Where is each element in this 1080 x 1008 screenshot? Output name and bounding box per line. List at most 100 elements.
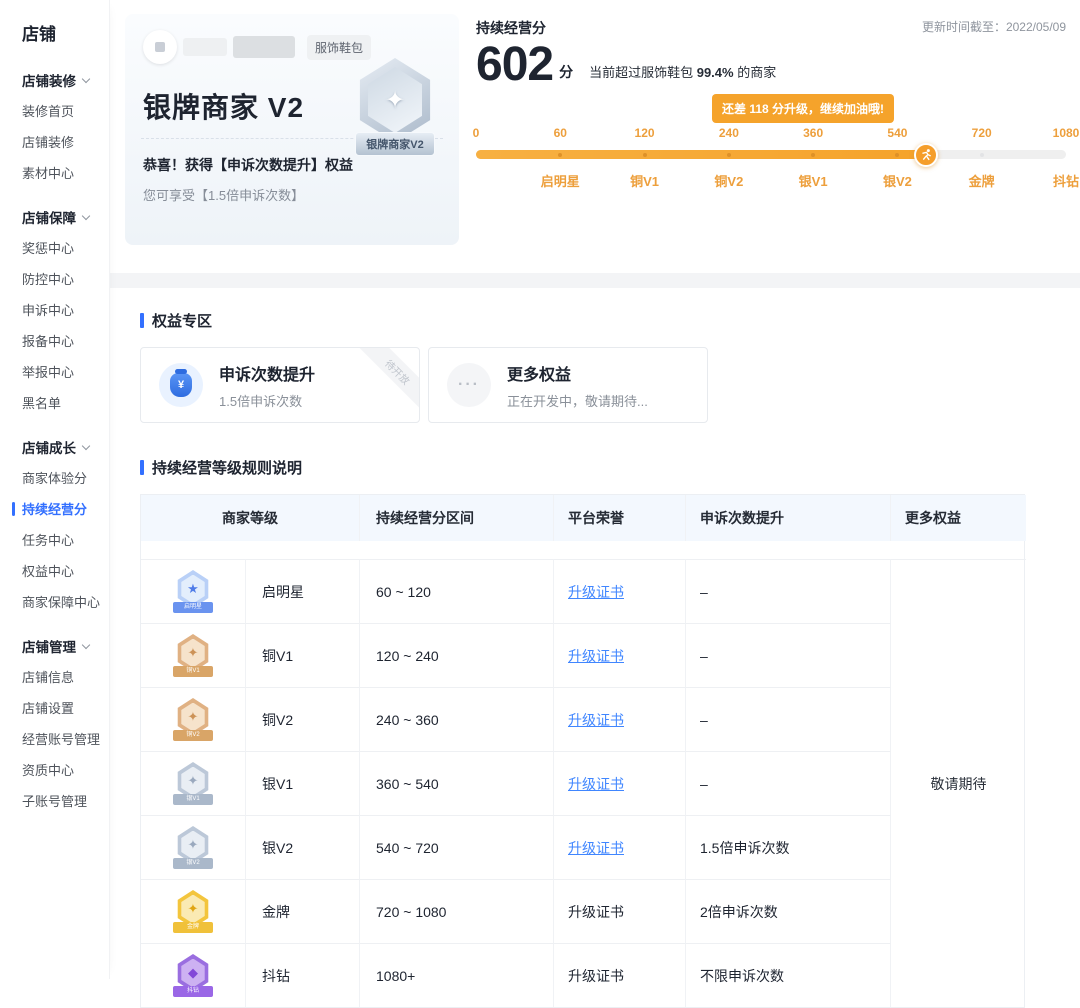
- sidebar-item-merchant-protection-center[interactable]: 商家保障中心: [22, 586, 109, 617]
- sidebar-item-shop-decoration[interactable]: 店铺装修: [22, 126, 109, 157]
- honor-cell: 升级证书: [554, 559, 686, 623]
- sidebar-item-subaccount-management[interactable]: 子账号管理: [22, 785, 109, 816]
- corner-ribbon: 待开放: [355, 348, 419, 412]
- tier-badge-cell: ✦ 金牌: [141, 879, 246, 943]
- tier-badge-cell: ★ 启明星: [141, 559, 246, 623]
- tier-badge-diamond-icon: ◆ 抖钻: [167, 954, 219, 997]
- tier-badge-cell: ✦ 银V2: [141, 815, 246, 879]
- progress-bar-fill: [476, 150, 926, 159]
- sidebar-group-management: 店铺管理 店铺信息 店铺设置 经营账号管理 资质中心 子账号管理: [22, 631, 109, 816]
- appeal-boost: –: [686, 623, 891, 687]
- sidebar-item-account-management[interactable]: 经营账号管理: [22, 723, 109, 754]
- page-content: 权益专区 ¥ 申诉次数提升 1.5倍申诉次数 待开放 ···: [110, 288, 1080, 1008]
- sidebar-item-blacklist[interactable]: 黑名单: [22, 387, 109, 418]
- sidebar-item-shop-settings[interactable]: 店铺设置: [22, 692, 109, 723]
- sidebar-item-risk-control[interactable]: 防控中心: [22, 263, 109, 294]
- tier-badge-gold-icon: ✦ 金牌: [167, 890, 219, 933]
- more-benefits-note: 敬请期待: [891, 559, 1026, 1007]
- benefit-title: 更多权益: [507, 361, 648, 385]
- sidebar-group-growth: 店铺成长 商家体验分 持续经营分 任务中心 权益中心 商家保障中心: [22, 432, 109, 617]
- congrats-desc: 您可享受【1.5倍申诉次数】: [143, 185, 441, 204]
- benefit-desc: 1.5倍申诉次数: [219, 391, 315, 410]
- progress-ticks: 0 60 120 240 360 540 720 1080: [476, 126, 1066, 144]
- upgrade-certificate-link[interactable]: 升级证书: [568, 582, 624, 602]
- sidebar: 店铺 店铺装修 装修首页 店铺装修 素材中心 店铺保障 奖惩中心 防控中心 申诉…: [0, 0, 110, 979]
- upgrade-certificate-text: 升级证书: [568, 902, 624, 922]
- chevron-down-icon: [82, 211, 90, 219]
- sidebar-group-header-protection[interactable]: 店铺保障: [22, 202, 109, 232]
- progress-bar: [476, 150, 1066, 159]
- chevron-down-icon: [82, 640, 90, 648]
- sidebar-item-shop-info[interactable]: 店铺信息: [22, 661, 109, 692]
- level-rules-table: 商家等级 持续经营分区间 平台荣誉 申诉次数提升 更多权益 ★ 启明星 启明星 …: [140, 494, 1025, 1008]
- section-accent-bar: [140, 460, 144, 475]
- badge-label: 银牌商家V2: [355, 132, 434, 156]
- sidebar-item-benefit-center[interactable]: 权益中心: [22, 555, 109, 586]
- appeal-boost: 2倍申诉次数: [686, 879, 891, 943]
- sidebar-group-label: 店铺装修: [22, 70, 76, 90]
- sidebar-group-header-growth[interactable]: 店铺成长: [22, 432, 109, 462]
- sidebar-group-label: 店铺保障: [22, 207, 76, 227]
- upgrade-certificate-link[interactable]: 升级证书: [568, 838, 624, 858]
- benefit-card-appeal-boost[interactable]: ¥ 申诉次数提升 1.5倍申诉次数 待开放: [140, 347, 420, 423]
- shop-name-redacted: [183, 38, 227, 56]
- upgrade-certificate-text: 升级证书: [568, 966, 624, 986]
- sidebar-group-header-decoration[interactable]: 店铺装修: [22, 65, 109, 95]
- sidebar-item-continuous-operation-score[interactable]: 持续经营分: [22, 493, 109, 524]
- sidebar-group-protection: 店铺保障 奖惩中心 防控中心 申诉中心 报备中心 举报中心 黑名单: [22, 202, 109, 418]
- tier-badge-qimingxing-icon: ★ 启明星: [167, 570, 219, 613]
- upgrade-certificate-link[interactable]: 升级证书: [568, 774, 624, 794]
- honor-cell: 升级证书: [554, 623, 686, 687]
- sidebar-item-tipoff-center[interactable]: 举报中心: [22, 356, 109, 387]
- sidebar-item-decoration-home[interactable]: 装修首页: [22, 95, 109, 126]
- score-value: 602: [476, 40, 553, 90]
- benefit-title: 申诉次数提升: [219, 361, 315, 385]
- score-range: 360 ~ 540: [360, 751, 554, 815]
- sidebar-title: 店铺: [22, 20, 109, 45]
- level-progress: 还差 118 分升级，继续加油哦! 0 60 120 240 360 540 7…: [476, 92, 1066, 191]
- benefits-section-header: 权益专区: [140, 310, 1080, 331]
- upgrade-certificate-link[interactable]: 升级证书: [568, 710, 624, 730]
- section-accent-bar: [140, 313, 144, 328]
- tier-badge-cell: ✦ 银V1: [141, 751, 246, 815]
- col-header-merchant-level: 商家等级: [141, 495, 360, 541]
- col-header-score-range: 持续经营分区间: [360, 495, 554, 541]
- runner-progress-marker: [914, 143, 938, 167]
- appeal-boost: –: [686, 559, 891, 623]
- tier-name: 启明星: [246, 559, 360, 623]
- benefits-section-title: 权益专区: [152, 310, 212, 331]
- upgrade-certificate-link[interactable]: 升级证书: [568, 646, 624, 666]
- benefit-card-more[interactable]: ··· 更多权益 正在开发中，敬请期待...: [428, 347, 708, 423]
- sidebar-group-header-management[interactable]: 店铺管理: [22, 631, 109, 661]
- sidebar-item-experience-score[interactable]: 商家体验分: [22, 462, 109, 493]
- sidebar-item-report-center[interactable]: 报备中心: [22, 325, 109, 356]
- sidebar-item-qualification-center[interactable]: 资质中心: [22, 754, 109, 785]
- upgrade-tip-badge: 还差 118 分升级，继续加油哦!: [712, 94, 894, 123]
- tier-badge-bronze-v2-icon: ✦ 铜V2: [167, 698, 219, 741]
- runner-icon: [920, 148, 933, 161]
- appeal-boost: –: [686, 687, 891, 751]
- sidebar-item-reward-punish[interactable]: 奖惩中心: [22, 232, 109, 263]
- appeal-boost: 1.5倍申诉次数: [686, 815, 891, 879]
- compare-text: 当前超过服饰鞋包 99.4% 的商家: [589, 62, 776, 81]
- tier-badge-silver-v2-icon: ✦ 银V2: [167, 826, 219, 869]
- sidebar-item-appeal-center[interactable]: 申诉中心: [22, 294, 109, 325]
- honor-cell: 升级证书: [554, 943, 686, 1007]
- score-range: 720 ~ 1080: [360, 879, 554, 943]
- shop-logo: [143, 30, 177, 64]
- merchant-level-card: 服饰鞋包 银牌商家 V2 ✦ 银牌商家V2 恭喜！获得【申诉次数提升】权益 您可…: [125, 14, 459, 245]
- sidebar-item-material-center[interactable]: 素材中心: [22, 157, 109, 188]
- tier-badge-cell: ✦ 铜V1: [141, 623, 246, 687]
- sidebar-group-label: 店铺成长: [22, 437, 76, 457]
- silver-level-badge: ✦ 银牌商家V2: [347, 58, 443, 156]
- score-range: 1080+: [360, 943, 554, 1007]
- score-range: 540 ~ 720: [360, 815, 554, 879]
- appeal-boost: –: [686, 751, 891, 815]
- sidebar-group-decoration: 店铺装修 装修首页 店铺装修 素材中心: [22, 65, 109, 188]
- sidebar-item-task-center[interactable]: 任务中心: [22, 524, 109, 555]
- score-panel: 更新时间截至：2022/05/09 持续经营分 602 分 当前超过服饰鞋包 9…: [476, 12, 1066, 191]
- tier-name: 金牌: [246, 879, 360, 943]
- score-range: 120 ~ 240: [360, 623, 554, 687]
- congrats-title: 恭喜！获得【申诉次数提升】权益: [143, 155, 441, 175]
- tier-name: 银V2: [246, 815, 360, 879]
